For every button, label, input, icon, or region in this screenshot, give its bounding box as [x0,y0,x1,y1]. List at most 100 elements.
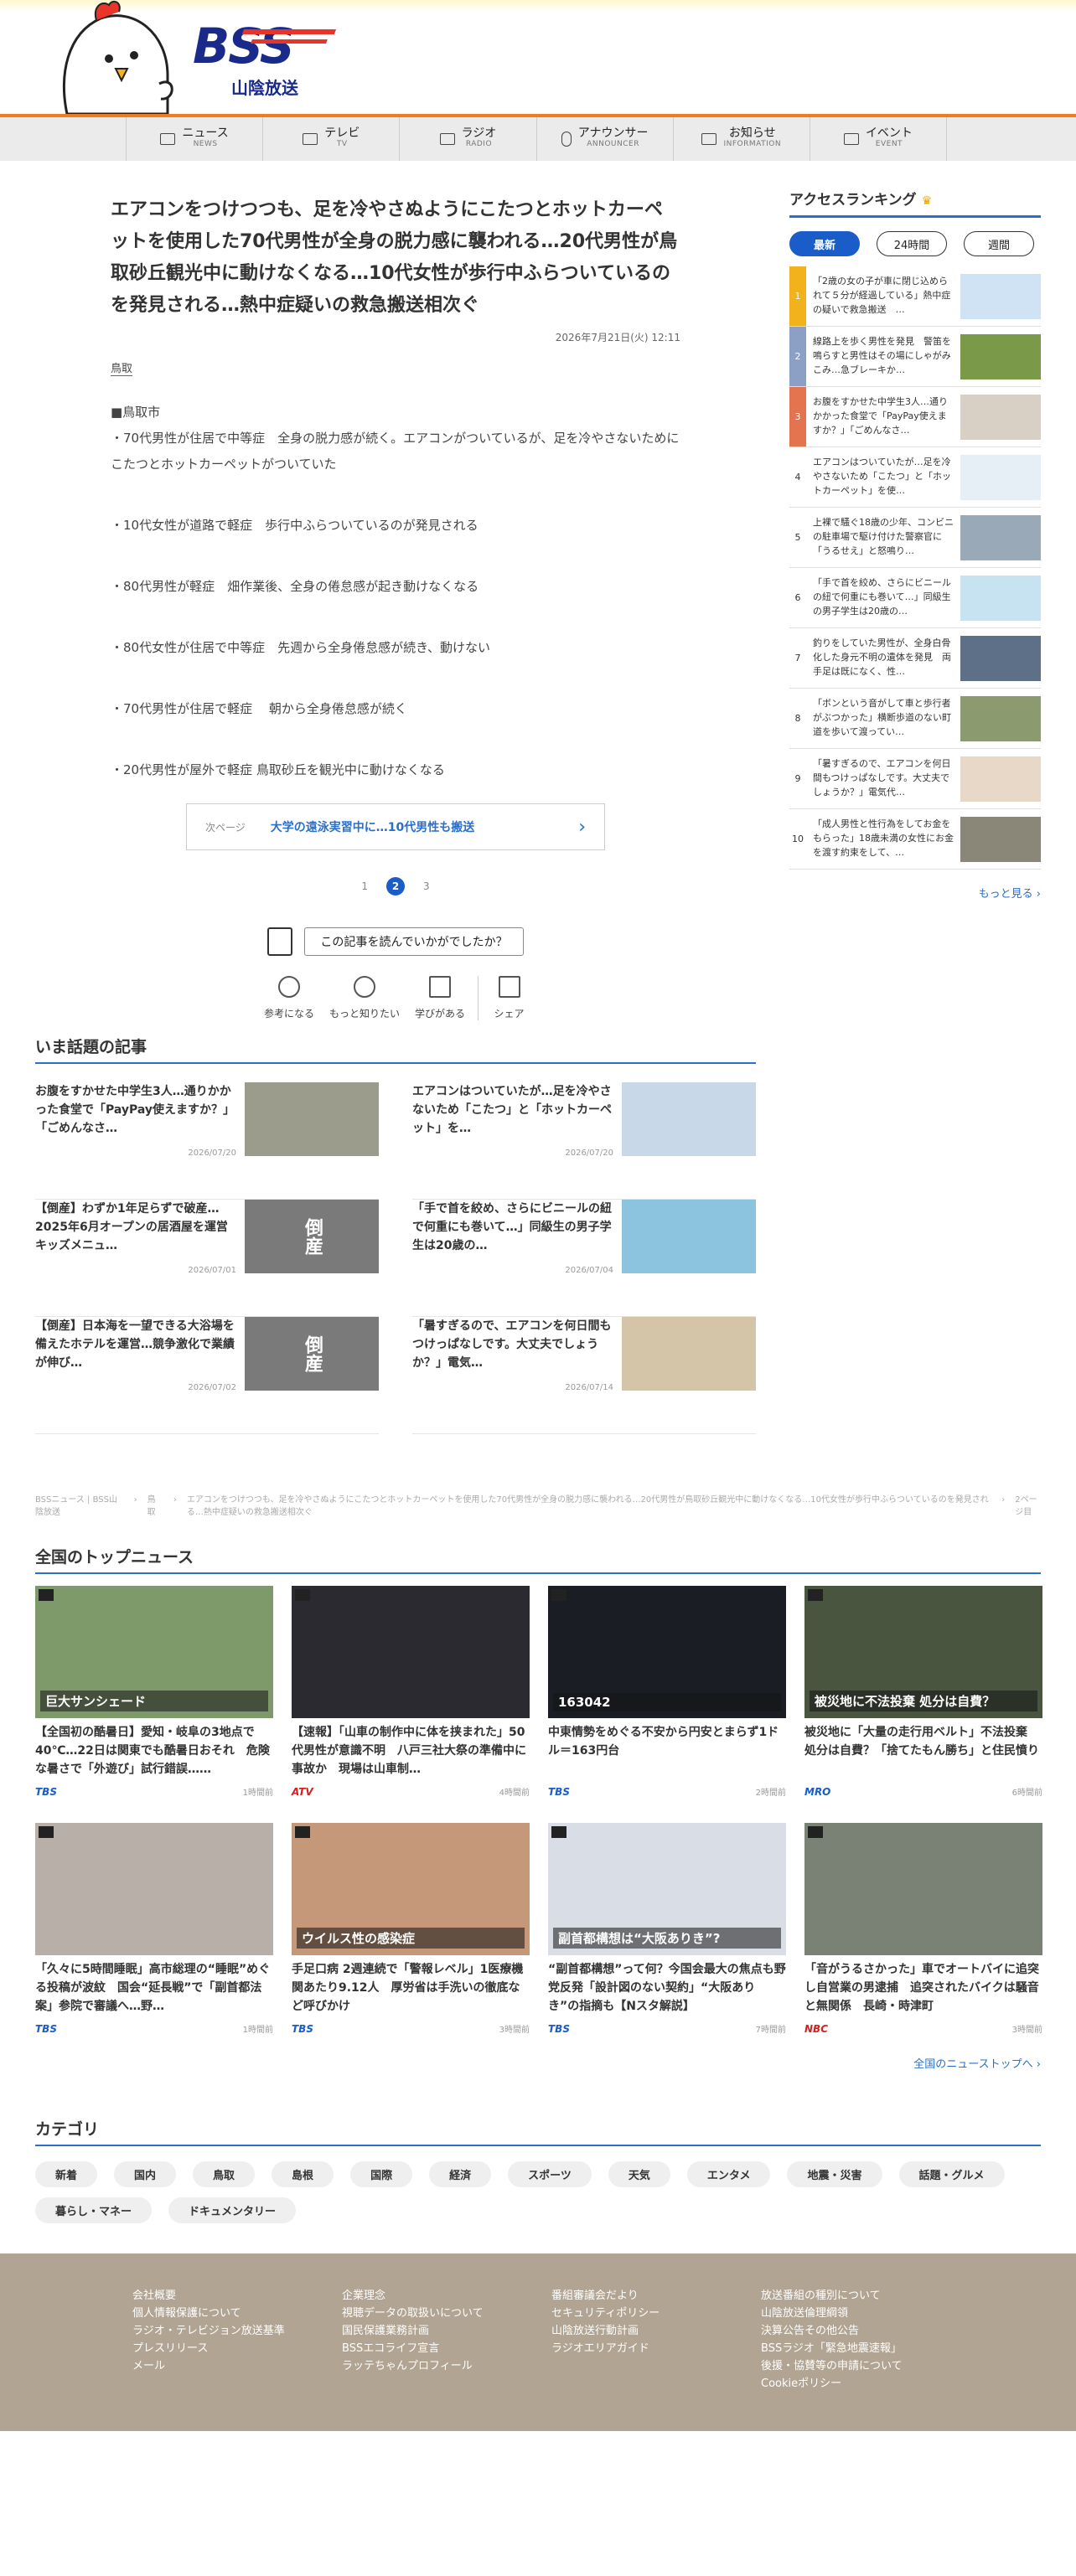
ranking-item[interactable]: 5 上裸で騒ぐ18歳の少年、コンビニの駐車場で駆け付けた警察官に「うるせえ」と怒鳴… [789,508,1041,568]
topic-title: お腹をすかせた中学生3人…通りかかった食堂で「PayPay使えますか？」「ごめん… [35,1085,235,1135]
site-header: BSS 山陰放送 [0,0,1076,117]
category-chip[interactable]: ドキュメンタリー [168,2197,297,2223]
category-chip[interactable]: 話題・グルメ [898,2161,1005,2187]
share-icon [498,976,520,998]
category-chip[interactable]: 国際 [350,2161,413,2187]
article-body: ■鳥取市 ・70代男性が住居で中等症 全身の脱力感が続く。エアコンがついているが… [111,400,680,783]
ranking-item[interactable]: 10 「成人男性と性行為をしてお金をもらった」18歳未満の女性にお金を渡す約束をし… [789,809,1041,870]
category-chip[interactable]: エンタメ [686,2161,771,2187]
topic-item[interactable]: 【倒産】わずか1年足らずで破産…2025年6月オープンの居酒屋を運営 キッズメニ… [35,1200,379,1317]
nav-item-announcer[interactable]: アナウンサー ANNOUNCER [535,117,673,161]
breadcrumb-item[interactable]: 鳥取 [147,1494,163,1519]
rank-title: 「暑すぎるので、エアコンを何日間もつけっぱなしです。大丈夫でしょうか？」電気代… [813,757,951,798]
footer-link[interactable]: 視聴データの取扱いについて [342,2305,551,2322]
topic-item[interactable]: 「暑すぎるので、エアコンを何日間もつけっぱなしです。大丈夫でしょうか？」電気… 2… [412,1317,756,1434]
topic-item[interactable]: お腹をすかせた中学生3人…通りかかった食堂で「PayPay使えますか？」「ごめん… [35,1082,379,1200]
nav-label: ニュース [182,126,229,140]
national-news-item[interactable]: 「音がうるさかった」車でオートバイに追突し自営業の男逮捕 追突されたバイクは騒音… [804,1823,1042,2035]
breadcrumb-item[interactable]: BSSニュース | BSS山陰放送 [35,1494,124,1519]
article-category-link[interactable]: 鳥取 [111,359,133,376]
footer-link[interactable]: 個人情報保護について [132,2305,342,2322]
ranking-item[interactable]: 2 線路上を歩く男性を発見 警笛を鳴らすと男性はその場にしゃがみこみ…急ブレーキか… [789,327,1041,387]
footer-column: 放送番組の種別について 山陰放送倫理綱領 決算公告その他公告 BSSラジオ「緊急地震速… [761,2287,970,2393]
ranking-item[interactable]: 9 「暑すぎるので、エアコンを何日間もつけっぱなしです。大丈夫でしょうか？」電気代… [789,749,1041,809]
reaction-more-button[interactable]: もっと知りたい [327,976,402,1020]
category-chip[interactable]: 天気 [608,2161,670,2187]
footer-link[interactable]: プレスリリース [132,2340,342,2357]
footer-link[interactable]: BSSラジオ「緊急地震速報」 [761,2340,970,2357]
national-news-item[interactable]: 副首都構想は“大阪ありき”? “副首都構想”って何？今国会最大の焦点も野党反発「設… [548,1823,786,2035]
footer-link[interactable]: 山陰放送行動計画 [551,2322,761,2340]
footer-link[interactable]: 会社概要 [132,2287,342,2305]
ranking-item[interactable]: 6 「手で首を絞め、さらにビニールの紐で何重にも巻いて…」同級生の男子学生は20歳… [789,568,1041,628]
article-paragraph: ・20代男性が屋外で軽症 鳥取砂丘を観光中に動けなくなる [111,762,445,777]
rank-thumbnail [960,635,1041,681]
footer-link[interactable]: メール [132,2357,342,2375]
national-news-item[interactable]: 被災地に不法投棄 処分は自費？ 被災地に「大量の走行用ベルト」不法投棄 処分は自費… [804,1586,1042,1798]
topic-date: 2026/07/02 [188,1383,236,1392]
nav-item-information[interactable]: お知らせ INFORMATION [672,117,810,161]
feedback-prompt: この記事を読んでいかがでしたか？ [111,927,680,956]
tab-latest[interactable]: 最新 [789,231,860,256]
page-link[interactable]: 3 [423,880,430,892]
footer-link[interactable]: 国民保護業務計画 [342,2322,551,2340]
category-chip[interactable]: 島根 [272,2161,334,2187]
footer-link[interactable]: Cookieポリシー [761,2375,970,2393]
nav-item-news[interactable]: ニュース NEWS [126,117,262,161]
national-news-item[interactable]: 163042 中東情勢をめぐる不安から円安とまらず1ドル＝163円台 TBS 2時間前 [548,1586,786,1798]
nav-item-tv[interactable]: テレビ TV [262,117,399,161]
site-logo[interactable]: BSS 山陰放送 [193,21,337,98]
category-chip[interactable]: 新着 [35,2161,98,2187]
tab-weekly[interactable]: 週間 [964,231,1034,256]
next-page-button[interactable]: 次ページ 大学の遠泳実習中に…10代男性も搬送 › [186,803,605,850]
footer-link[interactable]: 決算公告その他公告 [761,2322,970,2340]
news-thumbnail [292,1586,530,1718]
rank-number: 9 [794,773,801,784]
footer-link[interactable]: ラジオ・テレビジョン放送基準 [132,2322,342,2340]
category-chip[interactable]: 暮らし・マネー [35,2197,153,2223]
ranking-item[interactable]: 7 釣りをしていた男性が、全身白骨化した身元不明の遺体を発見 両手足は既になく、性… [789,628,1041,689]
share-button[interactable]: シェア [478,976,540,1020]
article-paragraph: ・70代男性が住居で軽症 朝から全身倦怠感が続く [111,701,407,716]
category-chip[interactable]: 地震・災害 [787,2161,882,2187]
category-chip[interactable]: 鳥取 [193,2161,256,2187]
ranking-item[interactable]: 4 エアコンはついていたが…足を冷やさないため「こたつ」と「ホットカーペット」を使… [789,447,1041,508]
footer-column: 会社概要 個人情報保護について ラジオ・テレビジョン放送基準 プレスリリース メール [132,2287,342,2393]
footer-link[interactable]: ラッテちゃんプロフィール [342,2357,551,2375]
topic-item[interactable]: 【倒産】日本海を一望できる大浴場を備えたホテルを運営…競争激化で業績が伸び… 20… [35,1317,379,1434]
topic-text: 「暑すぎるので、エアコンを何日間もつけっぱなしです。大丈夫でしょうか？」電気… 2… [412,1317,622,1433]
ranking-more-link[interactable]: もっと見る › [789,885,1041,901]
ranking-item[interactable]: 3 お腹をすかせた中学生3人…通りかかった食堂で「PayPay使えますか？」「ごめ… [789,387,1041,447]
topic-item[interactable]: 「手で首を絞め、さらにビニールの紐で何重にも巻いて…」同級生の男子学生は20歳の… [412,1200,756,1317]
nav-item-event[interactable]: イベント EVENT [809,117,948,161]
reaction-helpful-button[interactable]: 参考になる [251,976,327,1020]
national-more-link[interactable]: 全国のニューストップへ › [35,2055,1041,2071]
video-icon [295,1826,310,1838]
nav-label: テレビ [324,126,360,140]
topic-item[interactable]: エアコンはついていたが…足を冷やさないため「こたつ」と「ホットカーペット」を… 2… [412,1082,756,1200]
footer-link[interactable]: 後援・協賛等の申請について [761,2357,970,2375]
footer-link[interactable]: 企業理念 [342,2287,551,2305]
footer-link[interactable]: 山陰放送倫理綱領 [761,2305,970,2322]
page-link[interactable]: 1 [361,880,368,892]
footer-link[interactable]: セキュリティポリシー [551,2305,761,2322]
national-news-item[interactable]: ウイルス性の感染症 手足口病 2週連続で「警報レベル」1医療機関あたり9.12人 … [292,1823,530,2035]
category-chip[interactable]: 経済 [429,2161,492,2187]
ranking-item[interactable]: 1 「2歳の女の子が車に閉じ込められて５分が経過している」熱中症の疑いで救急搬送 … [789,266,1041,327]
tab-24h[interactable]: 24時間 [877,231,947,256]
ranking-item[interactable]: 8 「ボンという音がして車と歩行者がぶつかった」横断歩道のない町道を歩いて渡ってい… [789,689,1041,749]
national-news-item[interactable]: 巨大サンシェード 【全国初の酷暑日】愛知・岐阜の3地点で40℃…22日は関東でも酷… [35,1586,273,1798]
footer-link[interactable]: 番組審議会だより [551,2287,761,2305]
nav-item-radio[interactable]: ラジオ RADIO [399,117,535,161]
reaction-learn-button[interactable]: 学びがある [402,976,478,1020]
footer-link[interactable]: ラジオエリアガイド [551,2340,761,2357]
national-news-item[interactable]: 【速報】「山車の制作中に体を挟まれた」50代男性が意識不明 八戸三社大祭の準備中… [292,1586,530,1798]
footer-link[interactable]: 放送番組の種別について [761,2287,970,2305]
video-icon [39,1826,54,1838]
national-news-item[interactable]: 「久々に5時間睡眠」高市総理の“睡眠”めぐる投稿が波紋 国会“延長戦”で「副首都… [35,1823,273,2035]
category-chip[interactable]: スポーツ [508,2161,592,2187]
news-time: 3時間前 [499,2026,530,2035]
footer-link[interactable]: BSSエコライフ宣言 [342,2340,551,2357]
mascot-chick-icon [62,0,173,114]
category-chip[interactable]: 国内 [114,2161,177,2187]
